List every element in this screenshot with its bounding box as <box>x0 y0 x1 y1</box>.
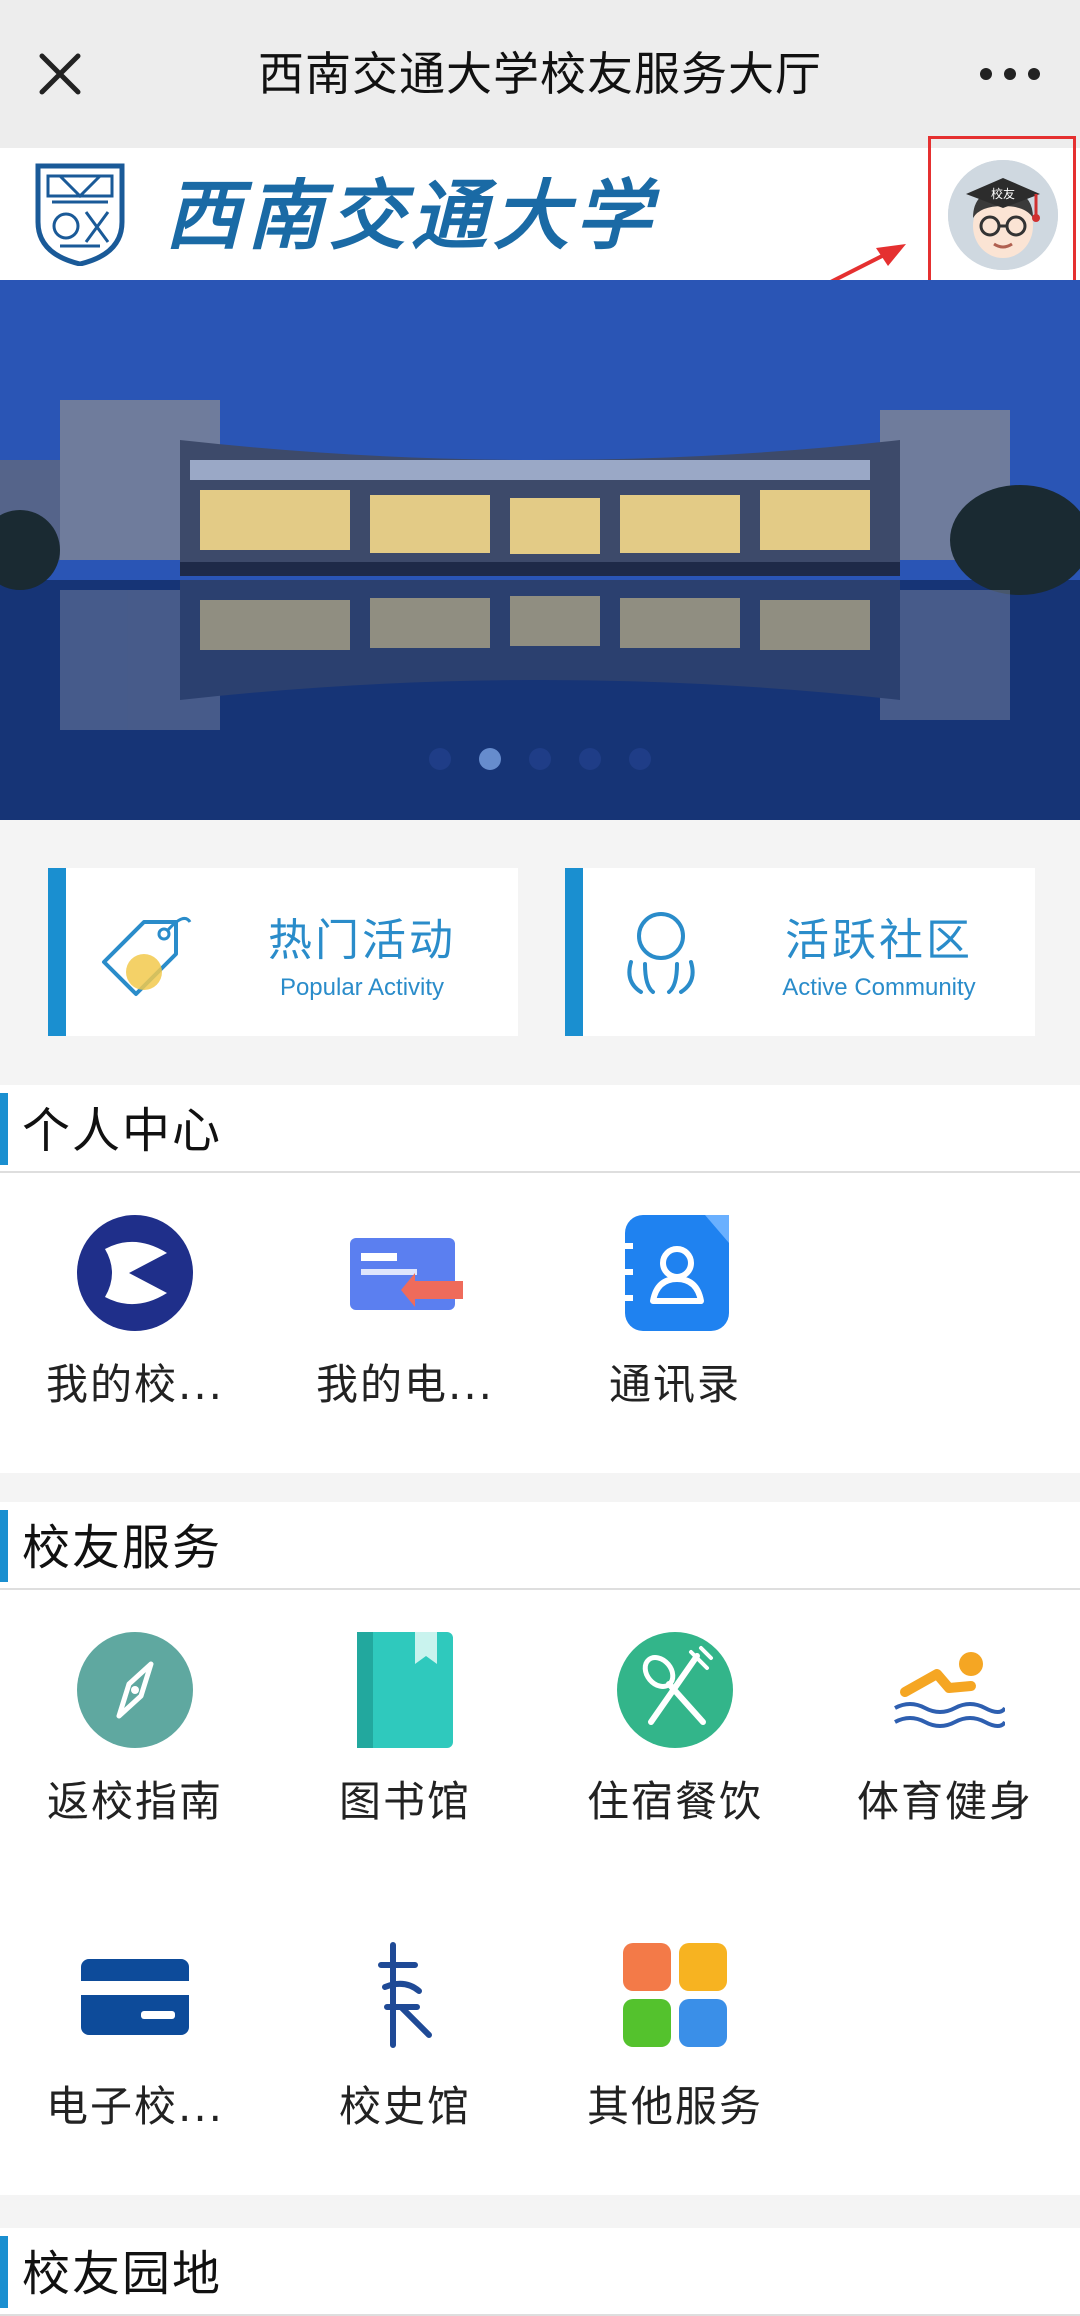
library-item[interactable]: 图书馆 <box>270 1590 540 1840</box>
banner-dot[interactable] <box>479 748 501 770</box>
ecard-item[interactable]: 电子校... <box>0 1895 270 2145</box>
section-alumni-services: 校友服务 <box>0 1502 1080 1590</box>
popular-activity-card[interactable]: 热门活动 Popular Activity <box>48 868 518 1036</box>
item-label: 返校指南 <box>46 1777 223 1826</box>
section-title: 校友园地 <box>22 2246 223 2302</box>
item-label: 通讯录 <box>608 1360 741 1409</box>
swimming-icon <box>885 1630 1007 1750</box>
dining-icon <box>615 1630 735 1750</box>
school-header: 西南交通大学 <box>0 148 1080 280</box>
school-emblem-icon <box>30 162 130 267</box>
history-museum-item[interactable]: 校史馆 <box>270 1895 540 2145</box>
card-title: 活跃社区 <box>785 915 973 966</box>
my-ecard-item[interactable]: 我的电... <box>270 1173 540 1423</box>
item-label: 我的电... <box>315 1360 495 1409</box>
book-icon <box>345 1630 465 1750</box>
banner-dot[interactable] <box>529 748 551 770</box>
item-label: 住宿餐饮 <box>586 1777 763 1826</box>
section-accent-bar <box>0 1510 8 1582</box>
history-icon <box>345 1935 465 2055</box>
item-label: 校史馆 <box>338 2082 471 2131</box>
other-services-item[interactable]: 其他服务 <box>540 1895 810 2145</box>
section-alumni-garden: 校友园地 <box>0 2228 1080 2316</box>
my-school-item[interactable]: 我的校... <box>0 1173 270 1423</box>
banner-dot[interactable] <box>629 748 651 770</box>
banner-pagination <box>0 748 1080 770</box>
compass-icon <box>75 1630 195 1750</box>
avatar-highlight-box <box>928 136 1076 288</box>
banner-dot[interactable] <box>429 748 451 770</box>
apps-icon <box>615 1935 735 2055</box>
card-icon <box>75 1935 195 2055</box>
section-title: 个人中心 <box>22 1103 223 1159</box>
title-bar: 西南交通大学校友服务大厅 <box>0 0 1080 148</box>
ecard-arrow-icon <box>345 1213 465 1333</box>
card-title: 热门活动 <box>268 915 456 966</box>
school-name-logo: 西南交通大学 <box>165 171 657 260</box>
section-title: 校友服务 <box>22 1520 223 1576</box>
banner-dot[interactable] <box>579 748 601 770</box>
contacts-item[interactable]: 通讯录 <box>540 1173 810 1423</box>
tag-icon <box>94 902 194 1002</box>
card-subtitle: Popular Activity <box>279 974 445 1001</box>
section-personal-center: 个人中心 <box>0 1085 1080 1173</box>
section-accent-bar <box>0 2236 8 2308</box>
section-accent-bar <box>0 1093 8 1165</box>
item-label: 我的校... <box>45 1360 225 1409</box>
item-label: 电子校... <box>45 2082 225 2131</box>
library-photo <box>0 280 1080 820</box>
more-icon[interactable] <box>970 44 1050 104</box>
item-label: 体育健身 <box>856 1777 1033 1826</box>
feature-cards: 热门活动 Popular Activity 活跃社区 Active Commun… <box>0 820 1080 1082</box>
campus-banner[interactable] <box>0 280 1080 820</box>
page-title: 西南交通大学校友服务大厅 <box>258 47 822 101</box>
services-grid: 返校指南 图书馆 住宿餐饮 体育健身 电子校... 校史馆 其他服务 <box>0 1590 1080 2195</box>
sports-item[interactable]: 体育健身 <box>810 1590 1080 1840</box>
return-guide-item[interactable]: 返校指南 <box>0 1590 270 1840</box>
close-icon[interactable] <box>30 44 90 104</box>
play-circle-icon <box>75 1213 195 1333</box>
active-community-card[interactable]: 活跃社区 Active Community <box>565 868 1035 1036</box>
contacts-icon <box>615 1213 735 1333</box>
personal-grid: 我的校... 我的电... 通讯录 <box>0 1173 1080 1473</box>
dining-item[interactable]: 住宿餐饮 <box>540 1590 810 1840</box>
community-icon <box>611 902 711 1002</box>
card-subtitle: Active Community <box>782 974 976 1001</box>
item-label: 其他服务 <box>586 2082 763 2131</box>
item-label: 图书馆 <box>338 1777 471 1826</box>
